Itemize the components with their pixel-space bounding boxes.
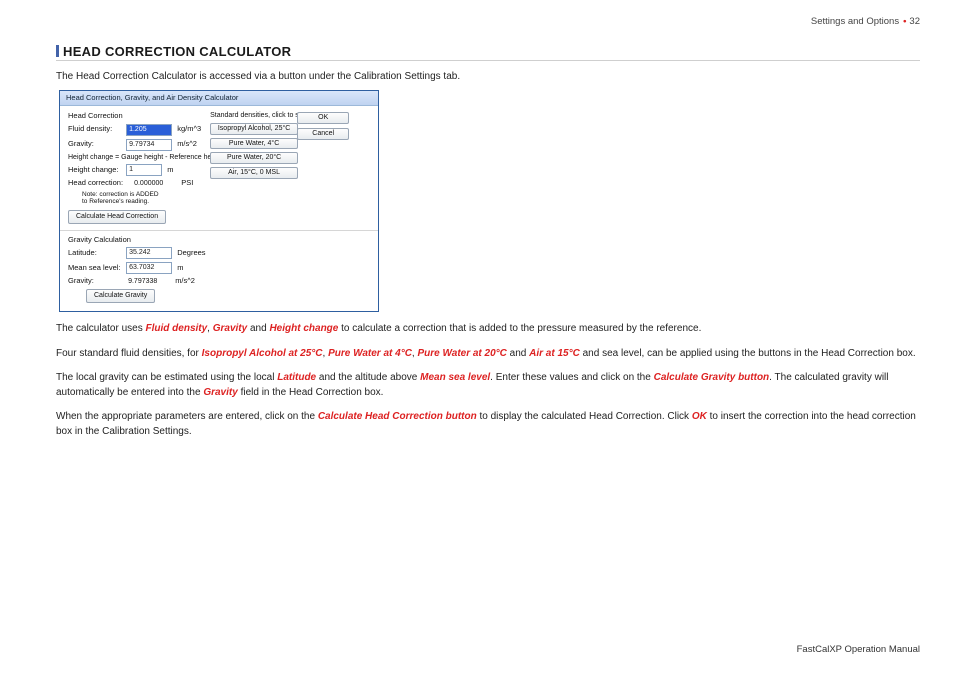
cancel-button[interactable]: Cancel	[297, 128, 349, 140]
height-change-label: Height change:	[68, 166, 124, 174]
header-section: Settings and Options	[811, 16, 899, 27]
preset-water-4c-button[interactable]: Pure Water, 4°C	[210, 138, 298, 150]
note-text: Note: correction is ADDED to Reference's…	[82, 191, 208, 206]
dialog-title: Head Correction, Gravity, and Air Densit…	[60, 91, 378, 106]
intro-text: The Head Correction Calculator is access…	[56, 71, 920, 82]
head-correction-value: 0.000000	[132, 180, 176, 188]
paragraph-4: When the appropriate parameters are ente…	[56, 410, 920, 439]
fluid-density-unit: kg/m^3	[177, 125, 203, 133]
fluid-density-input[interactable]: 1.205	[126, 124, 172, 136]
gravity-out-unit: m/s^2	[175, 277, 201, 285]
paragraph-3: The local gravity can be estimated using…	[56, 371, 920, 400]
calculate-head-correction-button[interactable]: Calculate Head Correction	[68, 210, 166, 224]
height-change-input[interactable]: 1	[126, 164, 162, 176]
calculator-dialog: Head Correction, Gravity, and Air Densit…	[59, 90, 379, 312]
gravity-input-unit: m/s^2	[177, 140, 203, 148]
height-change-unit: m	[167, 166, 193, 174]
height-change-note: Height change = Gauge height - Reference…	[68, 154, 208, 162]
fluid-density-label: Fluid density:	[68, 125, 124, 133]
head-correction-heading: Head Correction	[68, 112, 208, 120]
header-page: 32	[909, 16, 920, 27]
gravity-input-label: Gravity:	[68, 140, 124, 148]
latitude-unit: Degrees	[177, 249, 211, 257]
paragraph-1: The calculator uses Fluid density, Gravi…	[56, 322, 920, 337]
preset-water-20c-button[interactable]: Pure Water, 20°C	[210, 152, 298, 164]
msl-unit: m	[177, 264, 203, 272]
gravity-calc-heading: Gravity Calculation	[68, 236, 370, 244]
calculate-gravity-button[interactable]: Calculate Gravity	[86, 289, 155, 303]
head-correction-label: Head correction:	[68, 179, 130, 187]
page-header: Settings and Options •32	[811, 16, 920, 27]
gravity-out-value: 9.797338	[126, 278, 170, 286]
presets-heading: Standard densities, click to set	[210, 112, 290, 120]
section-title: HEAD CORRECTION CALCULATOR	[56, 44, 920, 61]
paragraph-2: Four standard fluid densities, for Isopr…	[56, 347, 920, 362]
gravity-out-label: Gravity:	[68, 277, 124, 285]
footer-text: FastCalXP Operation Manual	[797, 644, 920, 655]
preset-air-button[interactable]: Air, 15°C, 0 MSL	[210, 167, 298, 179]
ok-button[interactable]: OK	[297, 112, 349, 124]
header-dot: •	[903, 16, 906, 27]
head-correction-unit: PSI	[181, 179, 207, 187]
msl-label: Mean sea level:	[68, 264, 124, 272]
msl-input[interactable]: 63.7032	[126, 262, 172, 274]
gravity-input[interactable]: 9.79734	[126, 139, 172, 151]
latitude-label: Latitude:	[68, 249, 124, 257]
divider	[60, 230, 378, 231]
latitude-input[interactable]: 35.242	[126, 247, 172, 259]
preset-isopropyl-button[interactable]: Isopropyl Alcohol, 25°C	[210, 123, 298, 135]
